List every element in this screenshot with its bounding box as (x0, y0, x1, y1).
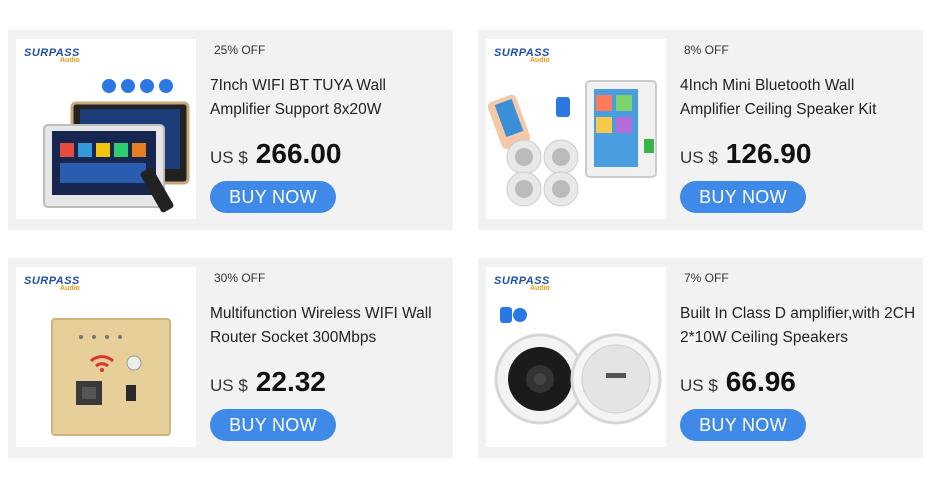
price-value: 266.00 (255, 138, 342, 169)
wall-router-illustration (51, 318, 171, 436)
discount-label: 30% OFF (214, 271, 266, 285)
discount-label: 7% OFF (684, 271, 729, 285)
price-value: 22.32 (255, 366, 326, 397)
currency-label: US $ (680, 148, 718, 167)
price-row: US $ 22.32 (210, 366, 326, 398)
product-title[interactable]: 7Inch WIFI BT TUYA Wall Amplifier Suppor… (210, 74, 446, 122)
product-image-wall-router-socket[interactable]: SURPASS Audio (16, 267, 196, 447)
currency-label: US $ (680, 376, 718, 395)
product-image-ceiling-speakers[interactable]: SURPASS Audio (486, 267, 666, 447)
currency-label: US $ (210, 148, 248, 167)
product-title[interactable]: Multifunction Wireless WIFI Wall Router … (210, 302, 446, 350)
buy-now-button[interactable]: BUY NOW (680, 181, 806, 213)
product-image-wall-amplifier[interactable]: SURPASS Audio (16, 39, 196, 219)
buy-now-button[interactable]: BUY NOW (210, 181, 336, 213)
currency-label: US $ (210, 376, 248, 395)
buy-now-button[interactable]: BUY NOW (210, 409, 336, 441)
price-row: US $ 266.00 (210, 138, 341, 170)
product-card[interactable]: SURPASS Audio 7% OFF Built In Class D amp… (478, 258, 923, 458)
product-title[interactable]: 4Inch Mini Bluetooth Wall Amplifier Ceil… (680, 74, 916, 122)
ceiling-speakers-illustration (494, 307, 662, 425)
wall-amplifier-illustration (43, 79, 190, 213)
product-title[interactable]: Built In Class D amplifier,with 2CH 2*10… (680, 302, 916, 350)
price-row: US $ 126.90 (680, 138, 811, 170)
ceiling-speaker-kit-illustration (487, 80, 657, 207)
price-value: 126.90 (725, 138, 812, 169)
buy-now-button[interactable]: BUY NOW (680, 409, 806, 441)
product-image-ceiling-speaker-kit[interactable]: SURPASS Audio (486, 39, 666, 219)
product-card[interactable]: SURPASS Audio 30% OFF Multifunction Wirel… (8, 258, 453, 458)
discount-label: 8% OFF (684, 43, 729, 57)
discount-label: 25% OFF (214, 43, 266, 57)
price-row: US $ 66.96 (680, 366, 796, 398)
product-card[interactable]: SURPASS Audio 25% OFF 7Inch WIFI BT TUYA … (8, 30, 453, 230)
price-value: 66.96 (725, 366, 796, 397)
product-card[interactable]: SURPASS Audio 8% OFF 4Inch Mini Bluetooth… (478, 30, 923, 230)
